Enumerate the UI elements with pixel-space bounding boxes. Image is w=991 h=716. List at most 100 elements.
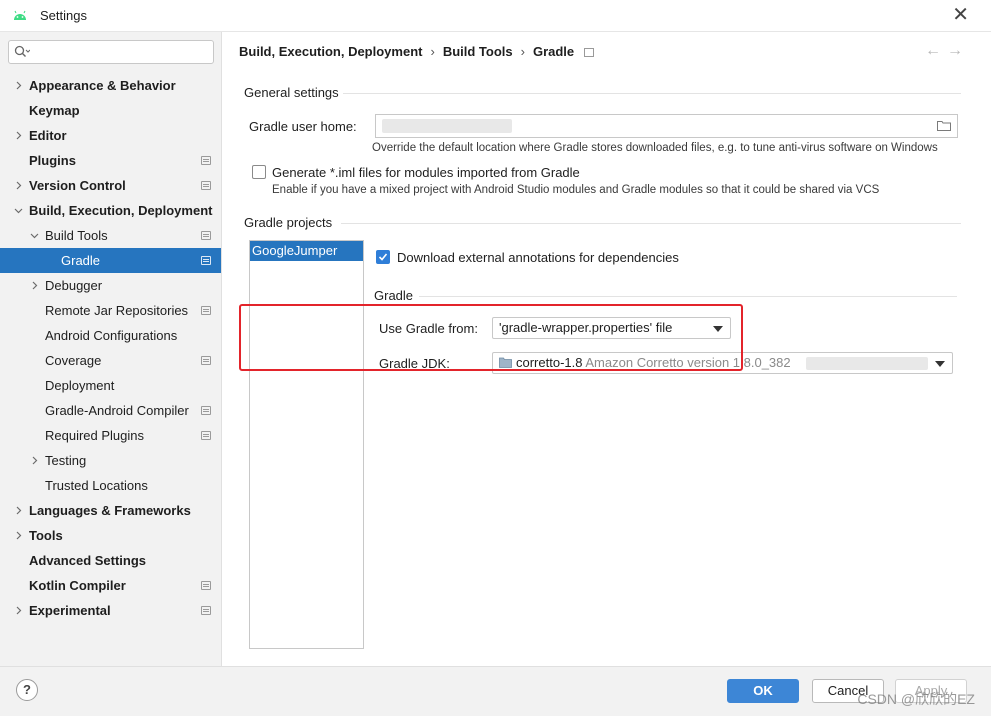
android-icon [14,10,26,20]
chevron-right-icon[interactable] [14,598,24,623]
list-item[interactable]: GoogleJumper [250,241,363,261]
sidebar-item-build-execution-deployment[interactable]: Build, Execution, Deployment [0,198,221,223]
search-icon [14,45,30,57]
sidebar-item-label: Tools [29,528,63,543]
sidebar-item-kotlin-compiler[interactable]: Kotlin Compiler [0,573,221,598]
breadcrumb: Build, Execution, Deployment › Build Tools… [239,44,595,59]
sidebar-item-label: Remote Jar Repositories [45,303,189,318]
sidebar-item-coverage[interactable]: Coverage [0,348,221,373]
project-scope-icon [584,48,595,57]
sidebar-item-plugins[interactable]: Plugins [0,148,221,173]
sidebar-item-label: Trusted Locations [45,478,148,493]
watermark: CSDN @欣欣的EZ [857,691,975,707]
sidebar-item-label: Build, Execution, Deployment [29,203,213,218]
forward-arrow-icon[interactable]: → [947,42,969,59]
back-arrow-icon[interactable]: ← [925,42,947,59]
chevron-right-icon[interactable] [30,273,40,298]
chevron-down-icon[interactable] [30,223,40,248]
sidebar-item-label: Required Plugins [45,428,145,443]
ok-button[interactable]: OK [727,679,799,703]
sidebar-item-label: Gradle-Android Compiler [45,403,189,418]
chevron-right-icon[interactable] [14,123,24,148]
download-annotations-checkbox[interactable] [376,250,390,264]
general-settings-title: General settings [244,85,339,100]
generate-iml-label[interactable]: Generate *.iml files for modules importe… [272,165,580,180]
folder-icon[interactable] [937,120,951,131]
sidebar-item-deployment[interactable]: Deployment [0,373,221,398]
generate-iml-checkbox[interactable] [252,165,266,179]
gradle-section-title: Gradle [374,288,414,303]
breadcrumb-item: Gradle [532,44,575,59]
project-scope-icon [201,256,211,265]
chevron-right-icon[interactable] [14,523,24,548]
gradle-projects-list[interactable]: GoogleJumper [249,240,364,649]
dialog-footer: ? OK Cancel Apply CSDN @欣欣的EZ [0,666,991,716]
chevron-right-icon[interactable] [14,498,24,523]
chevron-down-icon[interactable] [14,198,24,223]
gradle-user-home-field[interactable] [375,114,958,138]
redacted-path [382,119,512,133]
sidebar-item-label: Build Tools [45,228,108,243]
breadcrumb-separator: › [520,44,525,59]
help-button[interactable]: ? [16,679,38,701]
sidebar-item-testing[interactable]: Testing [0,448,221,473]
sidebar-item-remote-jar-repositories[interactable]: Remote Jar Repositories [0,298,221,323]
gradle-user-home-hint: Override the default location where Grad… [372,142,938,154]
breadcrumb-item[interactable]: Build, Execution, Deployment [239,44,422,59]
sidebar-item-experimental[interactable]: Experimental [0,598,221,623]
project-scope-icon [201,606,211,615]
close-icon[interactable]: ✕ [952,4,969,26]
search-input[interactable] [8,40,214,64]
checkmark-icon [378,253,388,261]
sidebar-item-label: Debugger [45,278,103,293]
project-scope-icon [201,356,211,365]
project-scope-icon [201,181,211,190]
gradle-projects-title: Gradle projects [244,215,333,230]
divider [341,223,961,224]
download-annotations-label[interactable]: Download external annotations for depend… [397,250,679,265]
project-scope-icon [201,231,211,240]
project-scope-icon [201,156,211,165]
sidebar-item-label: Kotlin Compiler [29,578,126,593]
generate-iml-hint: Enable if you have a mixed project with … [272,184,880,196]
sidebar-item-label: Experimental [29,603,111,618]
sidebar-item-gradle-android-compiler[interactable]: Gradle-Android Compiler [0,398,221,423]
gradle-user-home-label: Gradle user home: [249,119,357,134]
sidebar-item-debugger[interactable]: Debugger [0,273,221,298]
sidebar-item-required-plugins[interactable]: Required Plugins [0,423,221,448]
sidebar-item-label: Deployment [45,378,115,393]
sidebar-item-label: Keymap [29,103,80,118]
breadcrumb-separator: › [430,44,435,59]
sidebar-item-label: Coverage [45,353,102,368]
sidebar-item-languages-frameworks[interactable]: Languages & Frameworks [0,498,221,523]
sidebar-item-build-tools[interactable]: Build Tools [0,223,221,248]
chevron-right-icon[interactable] [14,73,24,98]
title-bar: Settings ✕ [0,0,991,32]
divider [343,93,961,94]
chevron-right-icon[interactable] [14,173,24,198]
project-scope-icon [201,581,211,590]
sidebar-item-trusted-locations[interactable]: Trusted Locations [0,473,221,498]
sidebar-item-advanced-settings[interactable]: Advanced Settings [0,548,221,573]
sidebar-item-android-configurations[interactable]: Android Configurations [0,323,221,348]
project-scope-icon [201,431,211,440]
sidebar-item-label: Android Configurations [45,328,178,343]
sidebar-item-version-control[interactable]: Version Control [0,173,221,198]
sidebar-item-label: Advanced Settings [29,553,147,568]
history-nav: ←→ [925,42,969,60]
sidebar-item-label: Languages & Frameworks [29,503,191,518]
sidebar-item-gradle[interactable]: Gradle [0,248,221,273]
divider [419,296,957,297]
sidebar-item-label: Testing [45,453,87,468]
sidebar-item-label: Version Control [29,178,126,193]
breadcrumb-item[interactable]: Build Tools [443,44,513,59]
window-title: Settings [40,8,87,23]
sidebar-item-label: Appearance & Behavior [29,78,176,93]
sidebar-item-editor[interactable]: Editor [0,123,221,148]
sidebar-item-label: Editor [29,128,67,143]
sidebar-item-appearance-behavior[interactable]: Appearance & Behavior [0,73,221,98]
sidebar-item-tools[interactable]: Tools [0,523,221,548]
chevron-right-icon[interactable] [30,448,40,473]
sidebar-item-keymap[interactable]: Keymap [0,98,221,123]
project-scope-icon [201,406,211,415]
